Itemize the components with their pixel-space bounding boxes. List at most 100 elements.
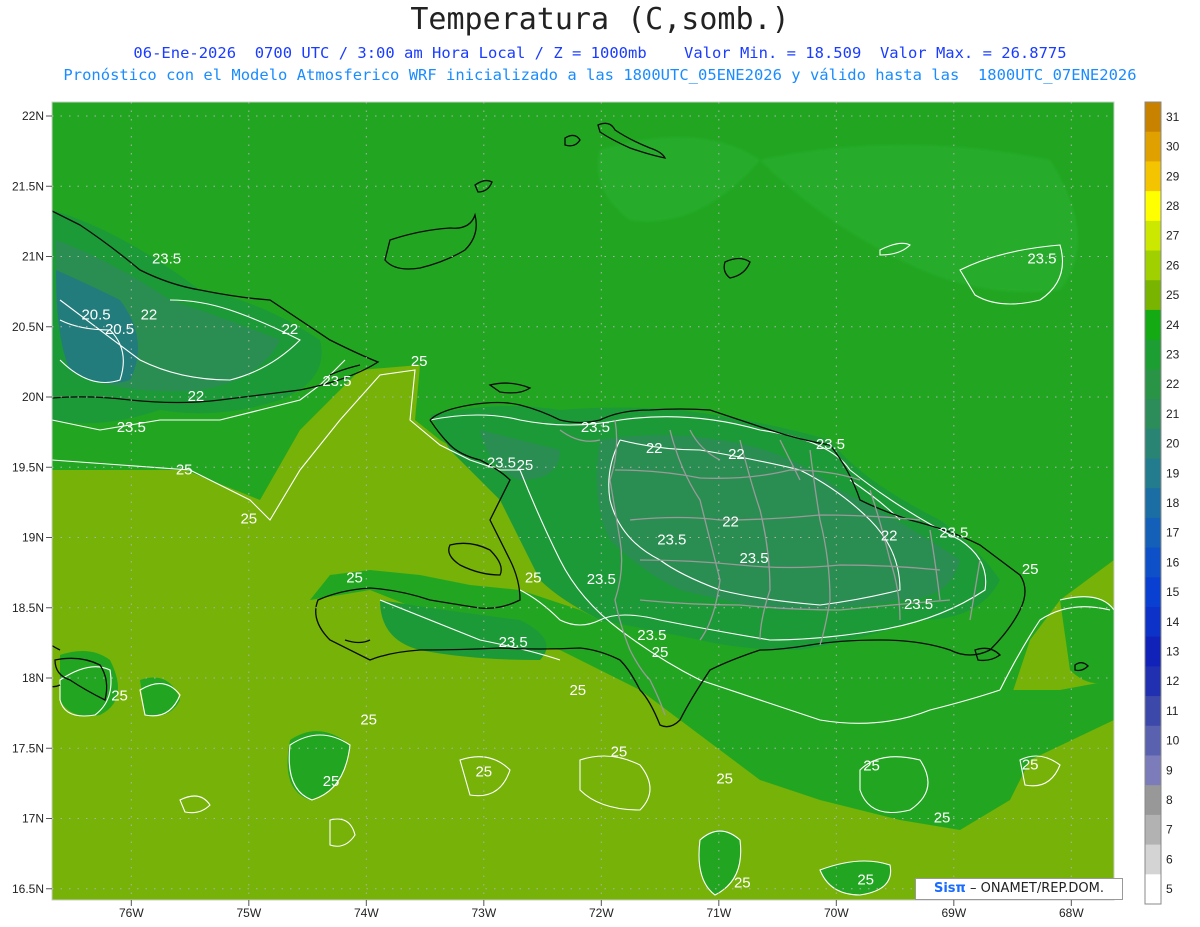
- colorbar-label: 18: [1166, 496, 1180, 510]
- lat-tick-label: 17.5N: [12, 741, 44, 755]
- colorbar-label: 20: [1166, 437, 1180, 451]
- colorbar-legend: 31 30 29 28 27 26 25 24 23 22 21 20 19 18 17 16 15 14 13 12…: [1144, 101, 1180, 905]
- contour-label: 25: [176, 461, 193, 478]
- colorbar-label: 10: [1166, 734, 1180, 748]
- colorbar-swatch: [1145, 399, 1161, 430]
- colorbar-label: 28: [1166, 199, 1180, 213]
- colorbar-swatch: [1145, 666, 1161, 697]
- lon-tick-label: 68W: [1059, 906, 1084, 920]
- contour-label: 23.5: [581, 419, 610, 436]
- colorbar-swatch: [1145, 191, 1161, 222]
- colorbar-swatch: [1145, 577, 1161, 608]
- contour-label: 23.5: [657, 532, 686, 549]
- colorbar-label: 6: [1166, 852, 1173, 866]
- colorbar-label: 19: [1166, 466, 1180, 480]
- contour-label: 25: [934, 810, 951, 827]
- contour-label: 25: [525, 569, 542, 586]
- colorbar-label: 12: [1166, 674, 1180, 688]
- lon-tick-label: 74W: [354, 906, 379, 920]
- contour-label: 23.5: [499, 634, 528, 651]
- colorbar-label: 11: [1166, 704, 1179, 718]
- contour-label: 22: [881, 527, 898, 544]
- colorbar-swatch: [1145, 755, 1161, 786]
- longitude-axis: 76W 75W 74W 73W 72W 71W 70W 69W 68W: [119, 900, 1084, 920]
- lat-tick-label: 21.5N: [12, 179, 44, 193]
- contour-label: 23.5: [322, 373, 351, 390]
- colorbar-swatch: [1145, 725, 1161, 756]
- colorbar-label: 14: [1166, 615, 1180, 629]
- contour-label: 22: [141, 307, 158, 324]
- contour-label: 23.5: [939, 525, 968, 542]
- sispi-logo: Sisπ: [933, 881, 966, 896]
- colorbar-label: 27: [1166, 229, 1180, 243]
- colorbar-swatch: [1145, 606, 1161, 638]
- contour-label: 25: [517, 457, 534, 474]
- contour-label: 25: [857, 872, 874, 889]
- lon-tick-label: 76W: [119, 906, 144, 920]
- contour-label: 22: [728, 446, 745, 463]
- latitude-axis: 22N 21.5N 21N 20.5N 20N 19.5N 19N 18.5N 18N 17.5N…: [12, 109, 52, 896]
- lon-tick-label: 72W: [589, 906, 614, 920]
- temperature-map: 22N 21.5N 21N 20.5N 20N 19.5N 19N 18.5N 18N 17.5N…: [12, 101, 1180, 920]
- colorbar-swatch: [1145, 250, 1161, 281]
- colorbar-label: 17: [1166, 526, 1180, 540]
- lat-tick-label: 19N: [22, 531, 44, 545]
- colorbar-label: 26: [1166, 258, 1180, 272]
- credit-badge: Sisπ – ONAMET/REP.DOM.: [915, 878, 1123, 900]
- colorbar-swatch: [1145, 339, 1161, 370]
- contour-label: 25: [360, 711, 377, 728]
- lat-tick-label: 22N: [22, 109, 44, 123]
- contour-label: 23.5: [739, 550, 768, 567]
- colorbar-label: 5: [1166, 882, 1173, 896]
- lat-tick-label: 19.5N: [12, 460, 44, 474]
- contour-label: 23.5: [1027, 251, 1056, 268]
- contour-label: 23.5: [637, 627, 666, 644]
- colorbar-swatch: [1145, 696, 1161, 727]
- lat-tick-label: 21N: [22, 250, 44, 264]
- colorbar-swatch: [1145, 844, 1161, 875]
- lon-tick-label: 75W: [236, 906, 261, 920]
- contour-label: 25: [240, 510, 257, 527]
- colorbar-label: 15: [1166, 585, 1180, 599]
- colorbar-label: 21: [1166, 407, 1180, 421]
- colorbar-swatch: [1145, 102, 1161, 133]
- colorbar-swatch: [1145, 220, 1161, 252]
- colorbar-swatch: [1145, 517, 1161, 549]
- contour-label: 25: [734, 874, 751, 891]
- contour-label: 23.5: [816, 436, 845, 453]
- colorbar-swatch: [1145, 636, 1161, 667]
- colorbar-swatch: [1145, 280, 1161, 311]
- colorbar-label: 30: [1166, 140, 1180, 154]
- contour-label: 25: [323, 773, 340, 790]
- colorbar-label: 24: [1166, 318, 1180, 332]
- contour-label: 22: [282, 321, 299, 338]
- contour-label: 23.5: [904, 596, 933, 613]
- lat-tick-label: 18.5N: [12, 601, 44, 615]
- contour-label: 23.5: [487, 454, 516, 471]
- colorbar-swatch: [1145, 547, 1161, 578]
- colorbar-swatch: [1145, 785, 1161, 816]
- contour-label: 25: [569, 682, 586, 699]
- colorbar-swatch: [1145, 488, 1161, 519]
- colorbar-swatch: [1145, 814, 1161, 846]
- lon-tick-label: 69W: [941, 906, 966, 920]
- contour-label: 25: [652, 644, 669, 661]
- lat-tick-label: 17N: [22, 812, 44, 826]
- lon-tick-label: 71W: [706, 906, 731, 920]
- contour-label: 22: [722, 513, 739, 530]
- contour-label: 25: [716, 770, 733, 787]
- colorbar-swatch: [1145, 161, 1161, 192]
- contour-label: 25: [346, 569, 363, 586]
- contour-label: 23.5: [587, 571, 616, 588]
- contour-label: 25: [111, 687, 128, 704]
- contour-label: 23.5: [117, 419, 146, 436]
- colorbar-swatch: [1145, 428, 1161, 459]
- contour-label: 25: [411, 353, 428, 370]
- colorbar-swatch: [1145, 131, 1161, 162]
- colorbar-label: 8: [1166, 793, 1173, 807]
- colorbar-label: 16: [1166, 555, 1180, 569]
- colorbar-label: 23: [1166, 347, 1180, 361]
- lat-tick-label: 16.5N: [12, 882, 44, 896]
- contour-label: 25: [475, 763, 492, 780]
- lat-tick-label: 20.5N: [12, 320, 44, 334]
